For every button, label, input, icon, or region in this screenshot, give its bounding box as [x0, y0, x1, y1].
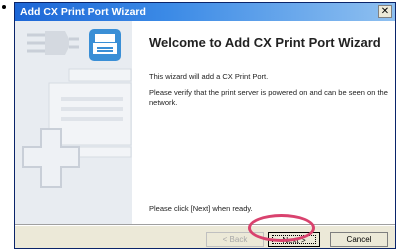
- wizard-content: Welcome to Add CX Print Port Wizard This…: [132, 21, 395, 224]
- wizard-heading: Welcome to Add CX Print Port Wizard: [149, 35, 381, 50]
- verify-text: Please verify that the print server is p…: [149, 88, 388, 107]
- printer-port-icon: [89, 29, 121, 61]
- instruction-text: Please click [Next] when ready.: [149, 204, 253, 213]
- title-bar[interactable]: Add CX Print Port Wizard ✕: [15, 3, 395, 21]
- window-title: Add CX Print Port Wizard: [20, 6, 146, 18]
- bullet-mark: [2, 5, 6, 9]
- close-button[interactable]: ✕: [378, 5, 392, 18]
- cancel-button-label: Cancel: [346, 235, 372, 244]
- cancel-button[interactable]: Cancel: [330, 232, 388, 247]
- intro-text: This wizard will add a CX Print Port.: [149, 72, 269, 81]
- wizard-side-graphic: [15, 21, 132, 224]
- back-button-label: < Back: [222, 235, 248, 244]
- side-graphic-svg: [22, 29, 132, 188]
- next-button-highlight: [248, 214, 315, 242]
- wizard-footer: < Back Next > Cancel: [15, 226, 395, 248]
- close-icon: ✕: [380, 6, 390, 17]
- wizard-window: Add CX Print Port Wizard ✕ Welcome to Ad…: [14, 2, 396, 249]
- plug-icon: [27, 31, 79, 55]
